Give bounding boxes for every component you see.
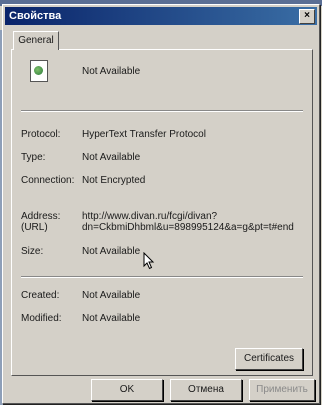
window-title: Свойства	[9, 10, 62, 22]
size-label: Size:	[21, 246, 44, 257]
tab-general[interactable]: General	[13, 31, 59, 50]
close-icon[interactable]: ×	[299, 9, 315, 24]
ok-button[interactable]: OK	[91, 379, 163, 401]
divider	[21, 276, 303, 278]
header-value: Not Available	[82, 66, 141, 77]
type-value: Not Available	[82, 152, 141, 163]
created-value: Not Available	[82, 290, 141, 301]
created-label: Created:	[21, 290, 60, 301]
mouse-cursor-icon	[143, 252, 155, 270]
protocol-value: HyperText Transfer Protocol	[82, 129, 206, 140]
connection-value: Not Encrypted	[82, 175, 146, 186]
connection-label: Connection:	[21, 175, 75, 186]
address-value: http://www.divan.ru/fcgi/divan?	[82, 211, 218, 222]
address-value-line2: dn=CkbmiDhbml&u=898995124&a=g&pt=t#end	[82, 222, 294, 233]
protocol-label: Protocol:	[21, 129, 61, 140]
cancel-button[interactable]: Отмена	[170, 379, 242, 401]
address-url-label: (URL)	[21, 222, 48, 233]
modified-label: Modified:	[21, 313, 62, 324]
type-label: Type:	[21, 152, 46, 163]
document-icon	[30, 60, 48, 82]
size-value: Not Available	[82, 246, 141, 257]
modified-value: Not Available	[82, 313, 141, 324]
address-label: Address:	[21, 211, 61, 222]
apply-button[interactable]: Применить	[249, 379, 315, 401]
certificates-button[interactable]: Certificates	[235, 348, 303, 370]
divider	[21, 110, 303, 112]
properties-dialog: Свойства × General Not Available Protoco…	[2, 4, 320, 404]
general-tab-panel: Not Available Protocol: HyperText Transf…	[11, 49, 313, 376]
titlebar[interactable]: Свойства ×	[5, 7, 317, 25]
